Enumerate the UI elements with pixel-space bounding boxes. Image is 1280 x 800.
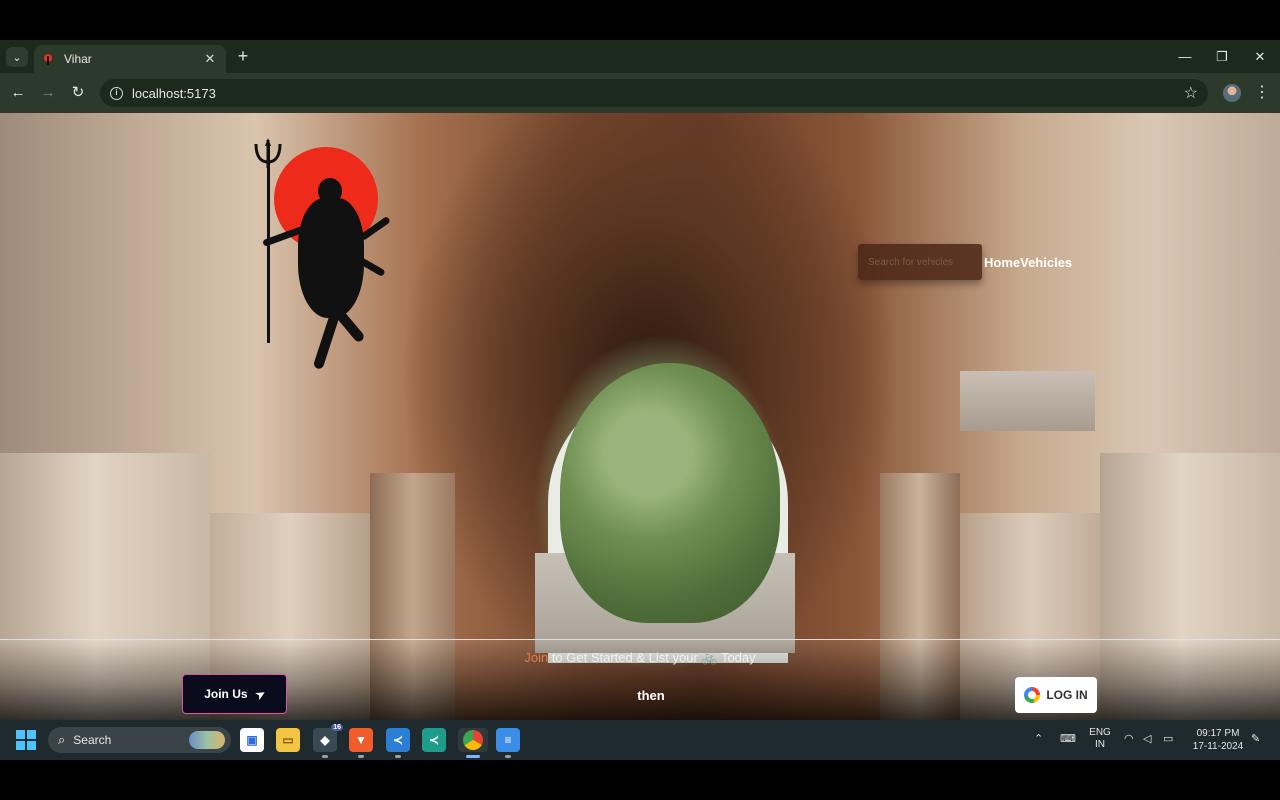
promo-tail: Today <box>717 650 756 665</box>
reload-icon[interactable]: ↻ <box>68 83 88 103</box>
hero-bottom-panel: Join to Get Started & List your 🚲 Today … <box>0 639 1280 720</box>
language-indicator[interactable]: ENG IN <box>1088 727 1112 751</box>
app-running-indicator <box>395 755 401 758</box>
file-explorer-icon[interactable]: ▭ <box>276 728 300 752</box>
browser-tabstrip: ⌄ Vihar ✕ + — ❐ ✕ <box>0 40 1280 73</box>
back-arrow-icon[interactable]: ← <box>8 83 28 103</box>
keyboard-icon[interactable]: ⌨ <box>1060 732 1076 745</box>
background-tree <box>560 363 780 623</box>
search-highlight-art <box>189 731 225 749</box>
vscode-icon[interactable]: ≺ <box>386 728 410 758</box>
profile-avatar[interactable] <box>1223 84 1241 102</box>
background-ledge-right <box>960 371 1095 431</box>
screen: ⌄ Vihar ✕ + — ❐ ✕ ← → ↻ i localhost:5173… <box>0 0 1280 800</box>
vscode-insiders-icon[interactable]: ≺ <box>422 728 446 752</box>
promo-text: Join to Get Started & List your 🚲 Today <box>0 650 1280 666</box>
login-label: LOG IN <box>1046 688 1088 702</box>
site-logo[interactable] <box>240 133 400 383</box>
minimize-button[interactable]: — <box>1170 48 1200 66</box>
notepad-icon[interactable]: ≡ <box>496 728 520 758</box>
battery-icon[interactable]: ▭ <box>1163 732 1173 745</box>
language-line-2: IN <box>1095 739 1105 750</box>
tab-search-button[interactable]: ⌄ <box>6 47 28 67</box>
figure-leg <box>332 306 366 344</box>
promo-body: to Get Started & List your <box>548 650 702 665</box>
new-tab-button[interactable]: + <box>234 47 252 66</box>
address-bar[interactable]: i localhost:5173 ☆ <box>100 79 1208 107</box>
google-icon <box>1024 687 1041 703</box>
browser-tab[interactable]: Vihar ✕ <box>34 45 226 73</box>
windows-start-icon[interactable] <box>16 730 36 750</box>
notification-badge: 16 <box>331 724 343 731</box>
taskbar-search-label: Search <box>73 733 112 747</box>
wifi-icon[interactable]: ◠ <box>1124 732 1134 745</box>
taskbar-clock[interactable]: 09:17 PM 17-11-2024 <box>1188 727 1248 753</box>
nav-link-home[interactable]: Home <box>984 255 1020 270</box>
volume-icon[interactable]: ◁ <box>1143 732 1151 745</box>
url-text: localhost:5173 <box>132 85 216 101</box>
restore-button[interactable]: ❐ <box>1207 48 1237 66</box>
site-favicon-icon <box>42 53 54 65</box>
site-info-icon[interactable]: i <box>110 86 123 100</box>
vehicle-search-input[interactable]: Search for vehicles <box>858 244 982 280</box>
tab-close-icon[interactable]: ✕ <box>202 51 218 67</box>
page-viewport: Search for vehicles Home Vehicles Join t… <box>0 113 1280 720</box>
brave-browser-icon[interactable]: ▼ <box>349 728 373 758</box>
forward-arrow-icon[interactable]: → <box>38 83 58 103</box>
language-line-1: ENG <box>1089 727 1111 738</box>
figure-silhouette <box>298 198 364 318</box>
bookmark-star-icon[interactable]: ☆ <box>1184 83 1198 103</box>
notification-center-icon[interactable]: ✎ <box>1251 732 1260 745</box>
store-app-icon[interactable]: ▣ <box>240 728 264 752</box>
show-hidden-icons[interactable]: ⌃ <box>1034 732 1043 745</box>
notifications-app-icon[interactable]: ◆ 16 <box>313 724 343 758</box>
main-nav: Home Vehicles <box>984 255 1072 270</box>
app-running-indicator <box>358 755 364 758</box>
tab-title: Vihar <box>64 52 92 66</box>
promo-accent: Join <box>524 650 549 665</box>
close-window-button[interactable]: ✕ <box>1245 48 1275 66</box>
app-running-indicator <box>322 755 328 758</box>
more-menu-icon[interactable]: ⋮ <box>1254 83 1270 103</box>
app-running-indicator <box>505 755 511 758</box>
search-placeholder: Search for vehicles <box>868 256 954 268</box>
letterbox-bottom <box>0 760 1280 800</box>
clock-date: 17-11-2024 <box>1192 741 1244 752</box>
bike-icon: 🚲 <box>701 650 718 665</box>
search-icon: ⌕ <box>58 732 66 747</box>
letterbox-top <box>0 0 1280 40</box>
google-login-button[interactable]: LOG IN <box>1015 677 1097 713</box>
chevron-down-icon: ⌄ <box>12 51 22 64</box>
nav-link-vehicles[interactable]: Vehicles <box>1020 255 1072 270</box>
app-running-indicator <box>466 755 480 758</box>
browser-toolbar: ← → ↻ i localhost:5173 ☆ <box>0 73 1280 113</box>
chrome-icon[interactable] <box>458 728 488 758</box>
windows-taskbar: ⌕ Search ▣ ▭ ◆ 16 ▼ ≺ ≺ ≡ ⌃ ⌨ ENG IN ◠ ◁ … <box>0 720 1280 760</box>
taskbar-search-box[interactable]: ⌕ Search <box>48 727 231 753</box>
clock-time: 09:17 PM <box>1196 728 1240 739</box>
